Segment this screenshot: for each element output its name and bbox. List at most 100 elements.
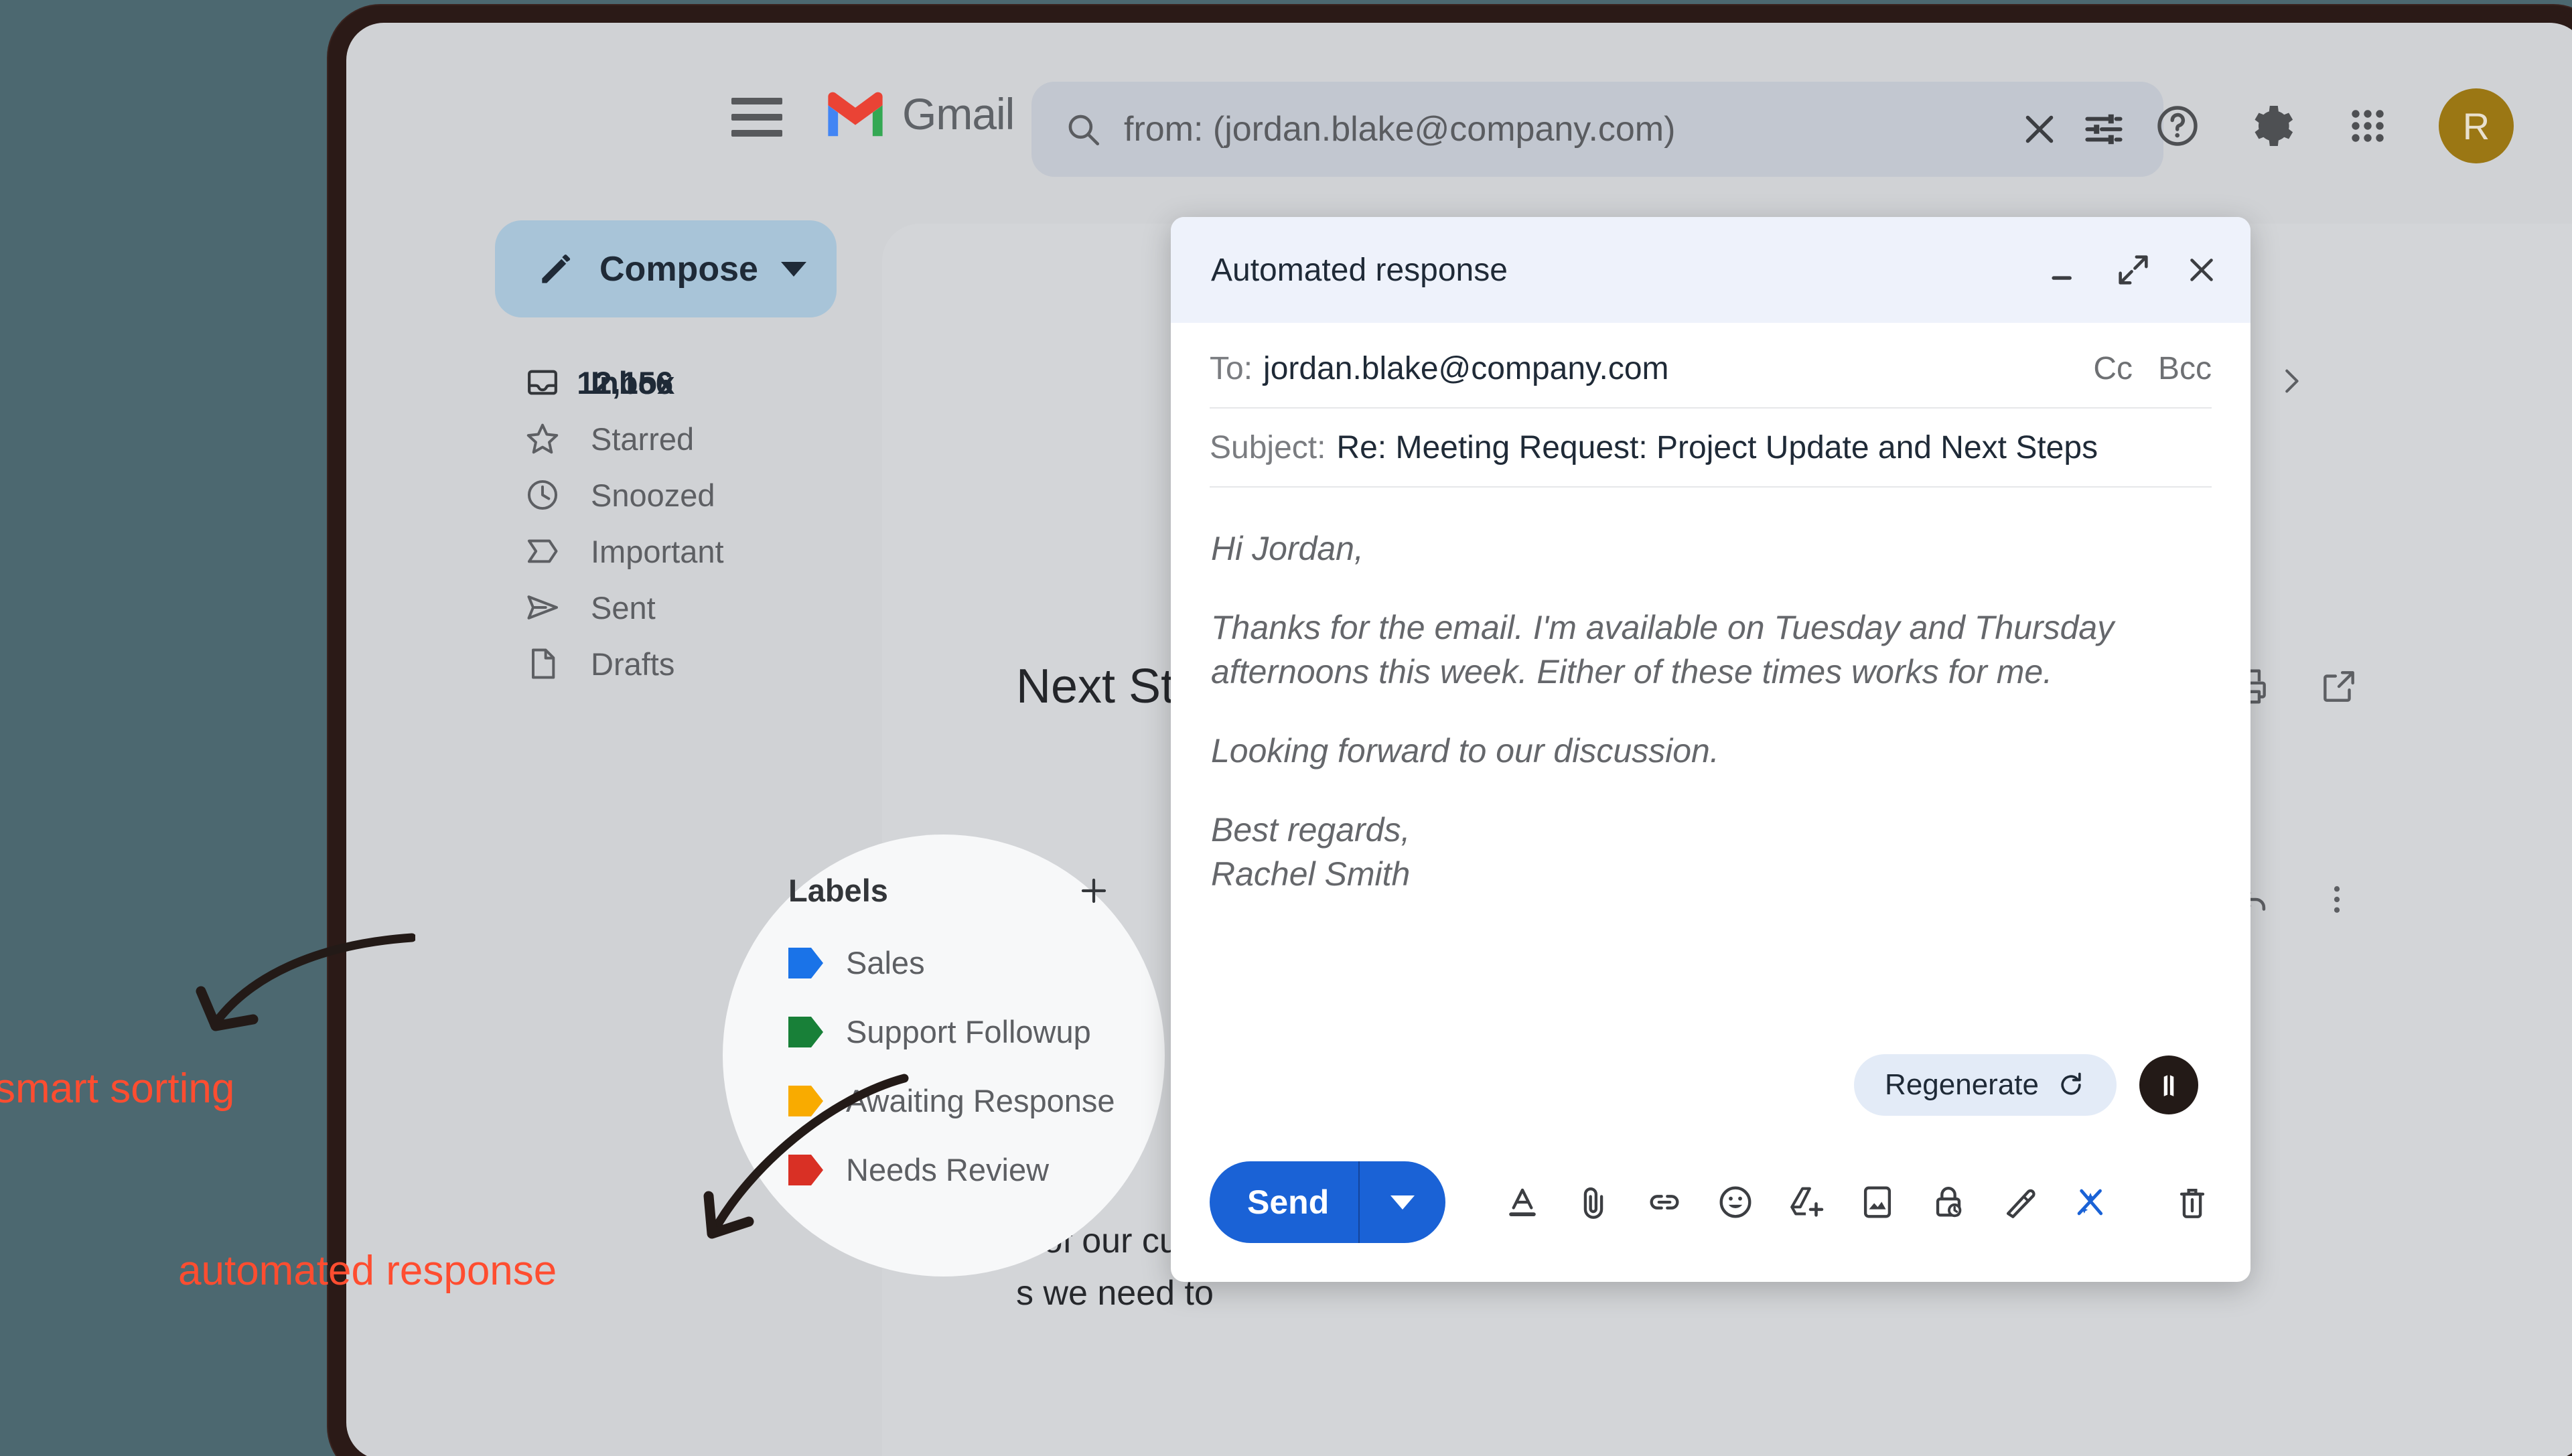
clock-icon <box>527 480 558 510</box>
sidebar-item-label: Snoozed <box>591 477 715 513</box>
pencil-icon <box>542 254 571 283</box>
body-paragraph: Looking forward to our discussion. <box>1211 732 1719 770</box>
insert-emoji-icon[interactable] <box>1716 1183 1755 1222</box>
chevron-right-icon[interactable] <box>2275 366 2306 396</box>
inbox-icon <box>528 370 557 395</box>
sidebar-item-label: Important <box>591 533 724 569</box>
close-x-icon[interactable] <box>2016 106 2063 153</box>
to-field[interactable]: To: jordan.blake@company.com Cc Bcc <box>1210 330 2212 409</box>
compose-toolbar: Send <box>1171 1159 2250 1246</box>
attach-file-icon[interactable] <box>1574 1183 1613 1222</box>
minimize-icon[interactable] <box>2046 250 2084 289</box>
chevron-down-icon[interactable] <box>780 261 806 277</box>
compose-tools <box>1503 1183 2110 1222</box>
labels-header: Labels <box>788 872 1110 909</box>
sidebar-item-label: Starred <box>591 421 695 457</box>
label-item-sales[interactable]: Sales <box>788 928 1137 997</box>
insert-drive-icon[interactable] <box>1787 1183 1826 1222</box>
compose-window: Automated response To: jordan.blake@comp… <box>1171 217 2250 1282</box>
insert-link-icon[interactable] <box>1645 1183 1684 1222</box>
avatar[interactable]: R <box>2439 88 2514 163</box>
search-bar[interactable]: from: (jordan.blake@company.com) <box>1031 82 2163 177</box>
help-circle-icon[interactable] <box>2153 102 2202 150</box>
device-screen: 7 of many Next Steps Mar, 07.47 s of <box>346 23 2572 1456</box>
gmail-wordmark: Gmail <box>902 89 1015 139</box>
more-vertical-icon[interactable] <box>2317 880 2356 919</box>
label-name: Awaiting Response <box>846 1083 1115 1118</box>
refresh-icon <box>2061 1072 2081 1095</box>
sidebar-item-sent[interactable]: Sent <box>346 579 855 636</box>
regenerate-row: Regenerate <box>1854 1054 2198 1116</box>
body-paragraph: Best regards, Rachel Smith <box>1211 811 1411 893</box>
top-right-actions: R <box>2153 88 2514 163</box>
compose-title: Automated response <box>1211 252 1508 288</box>
annotation-automated-response: automated response <box>178 1248 557 1294</box>
sidebar-item-label: Drafts <box>591 646 675 682</box>
search-icon <box>1068 115 1100 146</box>
body-paragraph: Thanks for the email. I'm available on T… <box>1211 609 2115 690</box>
ai-sparkle-icon[interactable] <box>2071 1183 2110 1222</box>
plus-icon[interactable] <box>1078 875 1110 907</box>
compose-body[interactable]: Hi Jordan, Thanks for the email. I'm ava… <box>1211 526 2210 896</box>
compose-button[interactable]: Compose <box>495 220 837 317</box>
sidebar-item-inbox[interactable]: Inbox 12,156 <box>346 354 855 411</box>
sidebar-item-drafts[interactable]: Drafts <box>346 636 855 692</box>
label-item-awaiting-response[interactable]: Awaiting Response <box>788 1066 1137 1135</box>
label-name: Sales <box>846 945 925 980</box>
gmail-logo: Gmail <box>823 88 1015 139</box>
send-options-button[interactable] <box>1360 1195 1445 1210</box>
brand-glyph <box>2163 1075 2174 1096</box>
label-item-needs-review[interactable]: Needs Review <box>788 1135 1137 1204</box>
send-button[interactable]: Send <box>1210 1161 1446 1243</box>
label-item-support-followup[interactable]: Support Followup <box>788 997 1137 1066</box>
gear-icon[interactable] <box>2248 102 2297 150</box>
label-tag-icon <box>788 1085 823 1116</box>
star-icon <box>526 423 559 454</box>
important-chevron-icon <box>527 539 558 563</box>
sidebar-item-label: Sent <box>591 589 656 626</box>
brand-logo-icon[interactable] <box>2139 1055 2198 1114</box>
label-name: Support Followup <box>846 1014 1091 1049</box>
screenshot-stage: 7 of many Next Steps Mar, 07.47 s of <box>0 0 2572 1456</box>
subject-field[interactable]: Subject: Re: Meeting Request: Project Up… <box>1210 409 2212 488</box>
sidebar-item-important[interactable]: Important <box>346 523 855 579</box>
labels-title: Labels <box>788 873 888 908</box>
send-paperplane-icon <box>527 595 558 620</box>
label-name: Needs Review <box>846 1152 1050 1187</box>
label-tag-icon <box>788 1154 823 1185</box>
to-label: To: <box>1210 350 1253 386</box>
send-label: Send <box>1247 1183 1330 1221</box>
apps-grid-icon[interactable] <box>2344 102 2392 150</box>
regenerate-button[interactable]: Regenerate <box>1854 1054 2117 1116</box>
insert-photo-icon[interactable] <box>1858 1183 1897 1222</box>
hamburger-menu-icon[interactable] <box>731 98 782 137</box>
format-text-icon[interactable] <box>1503 1183 1542 1222</box>
label-tag-icon <box>788 947 823 978</box>
annotation-smart-sorting: smart sorting <box>0 1066 235 1112</box>
compose-header: Automated response <box>1171 217 2250 323</box>
insert-signature-icon[interactable] <box>2000 1183 2039 1222</box>
search-input[interactable]: from: (jordan.blake@company.com) <box>1124 109 2016 149</box>
cc-button[interactable]: Cc <box>2093 350 2133 387</box>
close-x-icon[interactable] <box>2182 250 2221 289</box>
regenerate-label: Regenerate <box>1885 1068 2039 1101</box>
search-options-icon[interactable] <box>2079 104 2129 154</box>
subject-value[interactable]: Re: Meeting Request: Project Update and … <box>1336 429 2098 466</box>
open-in-new-icon[interactable] <box>2318 666 2360 707</box>
nav-list: Inbox 12,156 Starred Snoozed Important S… <box>346 354 855 692</box>
to-value[interactable]: jordan.blake@company.com <box>1263 350 1668 387</box>
sidebar-item-snoozed[interactable]: Snoozed <box>346 467 855 523</box>
inbox-count: 12,156 <box>577 364 673 401</box>
top-bar: Gmail from: (jordan.blake@company.com) R <box>346 23 2572 190</box>
expand-diagonal-icon[interactable] <box>2114 250 2153 289</box>
body-paragraph: Hi Jordan, <box>1211 530 1364 567</box>
document-icon <box>532 648 555 679</box>
trash-icon[interactable] <box>2173 1183 2212 1222</box>
label-list: Sales Support Followup Awaiting Response… <box>788 928 1137 1204</box>
gmail-m-logo-icon <box>828 92 883 137</box>
bcc-button[interactable]: Bcc <box>2158 350 2212 387</box>
chevron-down-icon <box>1390 1195 1415 1210</box>
confidential-mode-icon[interactable] <box>1929 1183 1968 1222</box>
compose-label: Compose <box>599 249 758 289</box>
sidebar-item-starred[interactable]: Starred <box>346 411 855 467</box>
